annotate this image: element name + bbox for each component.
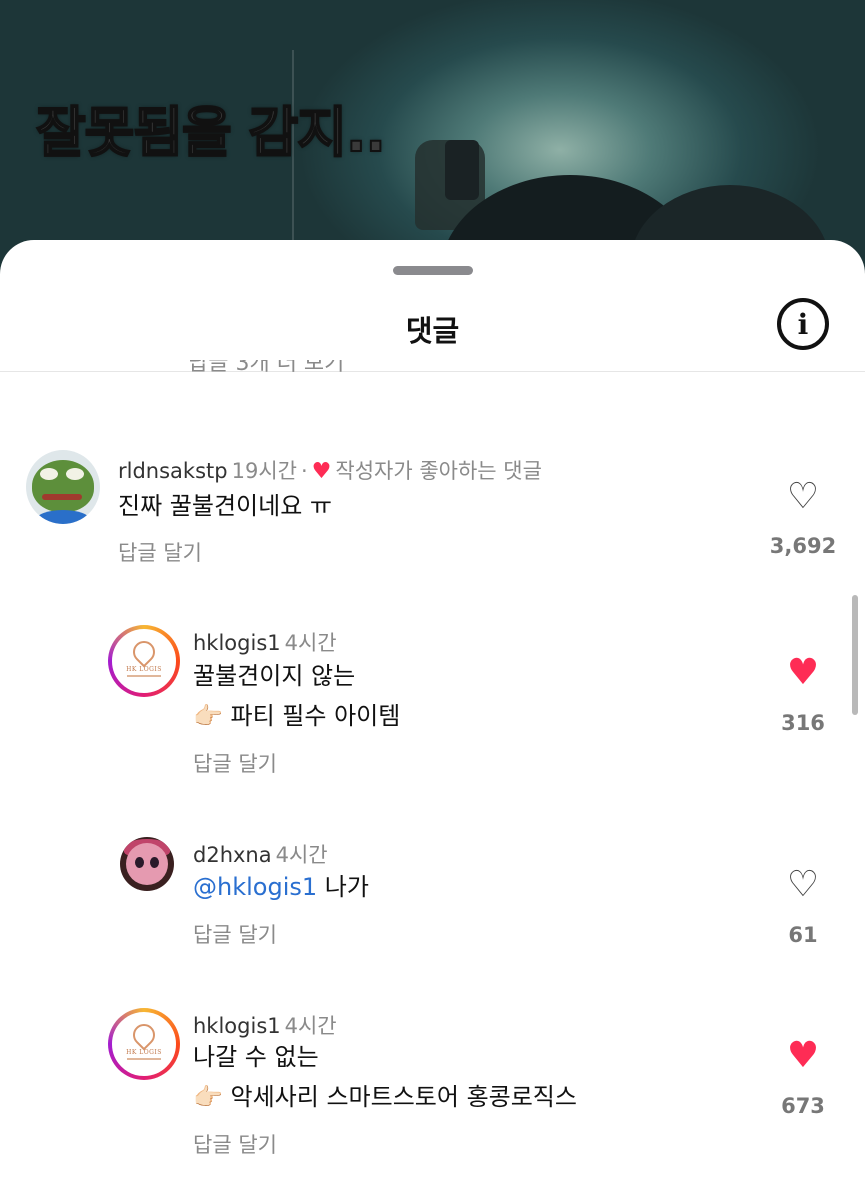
- avatar[interactable]: HK LOGIS: [108, 625, 180, 697]
- avatar[interactable]: [120, 837, 174, 891]
- reply-button[interactable]: 답글 달기: [193, 748, 277, 778]
- username[interactable]: hklogis1: [193, 1014, 281, 1038]
- comment-line: 나갈 수 없는: [193, 1043, 319, 1071]
- reply-button[interactable]: 답글 달기: [118, 537, 202, 567]
- comment-text: @hklogis1 나가: [193, 867, 369, 907]
- like-count: 673: [781, 1094, 825, 1118]
- scrollbar[interactable]: [852, 595, 858, 715]
- comment-header: d2hxna 4시간: [193, 839, 328, 869]
- username[interactable]: rldnsakstp: [118, 459, 228, 483]
- timestamp: 4시간: [284, 631, 337, 655]
- timestamp: 19시간: [231, 459, 297, 483]
- comments-sheet: 댓글 i 답글 3개 더 보기 rldnsakstp 19시간 · ♥ 작성자가 좋아하…: [0, 240, 865, 1200]
- comment-line: 진짜 꿀불견이네요 ㅠ: [118, 492, 332, 520]
- avatar[interactable]: [26, 450, 100, 524]
- comment-text: 진짜 꿀불견이네요 ㅠ: [118, 486, 332, 526]
- avatar[interactable]: HK LOGIS: [108, 1008, 180, 1080]
- comment-header: hklogis1 4시간: [193, 627, 337, 657]
- like-heart-icon[interactable]: ♥: [783, 1036, 823, 1076]
- timestamp: 4시간: [275, 843, 328, 867]
- timestamp: 4시간: [284, 1014, 337, 1038]
- comment-text: 나갈 수 없는 👉🏻 악세사리 스마트스토어 홍콩로직스: [193, 1037, 577, 1117]
- comment-line: 👉🏻 악세사리 스마트스토어 홍콩로직스: [193, 1083, 577, 1111]
- reply-button[interactable]: 답글 달기: [193, 1129, 277, 1159]
- comment-line: 꿀불견이지 않는: [193, 662, 356, 690]
- like-count: 316: [781, 711, 825, 735]
- username[interactable]: d2hxna: [193, 843, 272, 867]
- username[interactable]: hklogis1: [193, 631, 281, 655]
- separator: ·: [300, 459, 308, 483]
- like-count: 61: [788, 923, 818, 947]
- creator-liked-heart-icon: ♥: [311, 459, 332, 484]
- like-heart-icon[interactable]: ♥: [783, 653, 823, 693]
- view-more-replies-link[interactable]: 답글 3개 더 보기: [188, 360, 344, 374]
- pin-icon: [128, 636, 160, 668]
- drag-handle[interactable]: [393, 266, 473, 275]
- like-heart-icon[interactable]: ♡: [783, 477, 823, 517]
- reply-button[interactable]: 답글 달기: [193, 919, 277, 949]
- like-count: 3,692: [769, 534, 837, 558]
- pin-icon: [128, 1019, 160, 1051]
- comment-header: hklogis1 4시간: [193, 1010, 337, 1040]
- background-phone: [445, 140, 479, 200]
- sheet-title: 댓글: [405, 314, 460, 348]
- comment-text: 꿀불견이지 않는 👉🏻 파티 필수 아이템: [193, 656, 400, 736]
- creator-liked-label: 작성자가 좋아하는 댓글: [335, 459, 542, 483]
- sheet-header: 댓글 i: [0, 280, 865, 372]
- like-heart-icon[interactable]: ♡: [783, 865, 823, 905]
- video-caption: 잘못됨을 감지..: [35, 100, 387, 165]
- comment-header: rldnsakstp 19시간 · ♥ 작성자가 좋아하는 댓글: [118, 455, 542, 485]
- mention-link[interactable]: @hklogis1: [193, 873, 317, 901]
- comment-line: 나가: [324, 873, 369, 901]
- comment-line: 👉🏻 파티 필수 아이템: [193, 702, 401, 730]
- info-icon[interactable]: i: [777, 298, 829, 350]
